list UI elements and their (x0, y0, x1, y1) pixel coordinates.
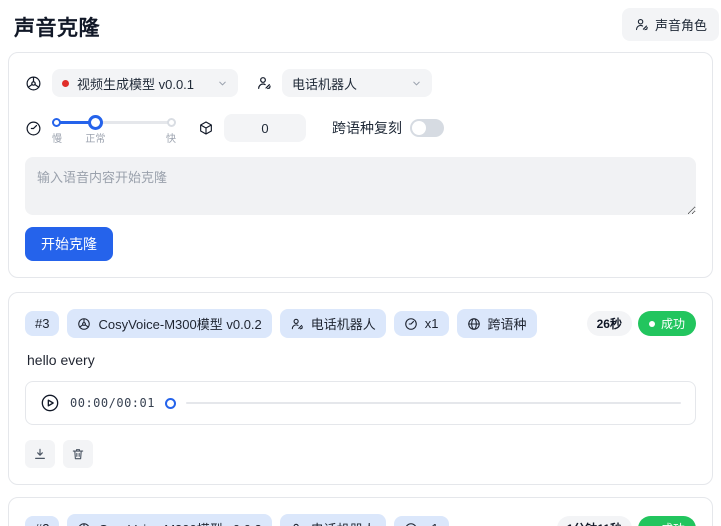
start-clone-button[interactable]: 开始克隆 (25, 227, 113, 261)
seed-cube-icon (198, 120, 214, 136)
speed-badge: x1 (394, 516, 449, 526)
model-sphere-icon (77, 522, 91, 526)
chevron-down-icon (217, 78, 228, 89)
voice-select-value: 电话机器人 (292, 74, 403, 93)
result-badge-row: #2 CosyVoice-M300模型 v0.0.2 电话机器人 (25, 514, 696, 526)
user-edit-icon (256, 75, 272, 91)
speed-seed-row: 慢 正常 快 跨语种复刻 (25, 113, 696, 143)
page-title: 声音克隆 (14, 12, 707, 42)
recording-dot-icon (62, 80, 69, 87)
status-badge: 成功 (638, 311, 696, 336)
speed-gauge-icon (404, 317, 418, 331)
chevron-down-icon (411, 78, 422, 89)
model-badge: CosyVoice-M300模型 v0.0.2 (67, 514, 271, 526)
model-sphere-icon (77, 317, 91, 331)
status-dot-icon (649, 321, 655, 327)
user-edit-icon (290, 522, 304, 526)
page-header: 声音克隆 (0, 0, 721, 52)
audio-player: 00:00/00:01 (25, 381, 696, 425)
index-badge: #2 (25, 516, 59, 526)
model-badge: CosyVoice-M300模型 v0.0.2 (67, 309, 271, 338)
result-actions (25, 440, 696, 468)
slider-end-dot (167, 118, 176, 127)
user-edit-icon (290, 317, 304, 331)
voice-badge-label: 电话机器人 (311, 314, 376, 333)
delete-button[interactable] (63, 440, 93, 468)
duration-pill: 26秒 (587, 311, 632, 336)
speed-gauge-icon (25, 120, 42, 137)
toggle-knob-icon (412, 121, 426, 135)
cross-language-toggle[interactable] (410, 119, 444, 137)
voice-badge-label: 电话机器人 (311, 519, 376, 526)
slider-handle[interactable] (88, 115, 103, 130)
duration-pill: 1分钟11秒 (557, 516, 632, 526)
model-badge-label: CosyVoice-M300模型 v0.0.2 (98, 314, 261, 333)
voice-role-button[interactable]: 声音角色 (622, 8, 719, 41)
index-badge-label: #2 (35, 521, 49, 526)
seed-input[interactable] (224, 114, 306, 142)
download-icon (33, 447, 47, 461)
user-edit-icon (634, 17, 649, 32)
player-seek-handle[interactable] (165, 398, 176, 409)
download-button[interactable] (25, 440, 55, 468)
voice-badge: 电话机器人 (280, 514, 386, 526)
result-card: #3 CosyVoice-M300模型 v0.0.2 电话机器人 (8, 292, 713, 485)
slider-track (54, 121, 174, 124)
speed-gauge-icon (404, 522, 418, 526)
cross-language-label: 跨语种复刻 (332, 118, 402, 138)
cross-language-badge: 跨语种 (457, 309, 537, 338)
model-voice-row: 视频生成模型 v0.0.1 电话机器人 (25, 69, 696, 97)
slider-label-normal: 正常 (85, 130, 105, 145)
result-badge-row: #3 CosyVoice-M300模型 v0.0.2 电话机器人 (25, 309, 696, 338)
slider-start-dot (52, 118, 61, 127)
clone-text-input[interactable] (25, 157, 696, 215)
result-status-group: 26秒 成功 (587, 311, 696, 336)
cross-language-badge-label: 跨语种 (488, 314, 527, 333)
speed-slider[interactable]: 慢 正常 快 (52, 113, 176, 143)
status-badge-label: 成功 (661, 520, 685, 526)
player-track[interactable] (186, 402, 681, 404)
voice-badge: 电话机器人 (280, 309, 386, 338)
model-select-value: 视频生成模型 v0.0.1 (77, 74, 209, 93)
index-badge-label: #3 (35, 316, 49, 331)
slider-label-slow: 慢 (52, 130, 62, 145)
result-status-group: 1分钟11秒 成功 (557, 516, 696, 526)
speed-badge-label: x1 (425, 521, 439, 526)
model-badge-label: CosyVoice-M300模型 v0.0.2 (98, 519, 261, 526)
status-badge: 成功 (638, 516, 696, 526)
play-button[interactable] (40, 393, 60, 413)
result-card: #2 CosyVoice-M300模型 v0.0.2 电话机器人 (8, 497, 713, 526)
player-time: 00:00/00:01 (70, 396, 155, 410)
voice-role-button-label: 声音角色 (655, 15, 707, 34)
clone-form-card: 视频生成模型 v0.0.1 电话机器人 (8, 52, 713, 278)
globe-icon (467, 317, 481, 331)
slider-label-fast: 快 (166, 130, 176, 145)
trash-icon (71, 447, 85, 461)
model-sphere-icon (25, 75, 42, 92)
speed-badge: x1 (394, 311, 449, 336)
status-badge-label: 成功 (661, 315, 685, 332)
speed-badge-label: x1 (425, 316, 439, 331)
model-select[interactable]: 视频生成模型 v0.0.1 (52, 69, 238, 97)
voice-select[interactable]: 电话机器人 (282, 69, 432, 97)
result-text: hello every (27, 352, 694, 368)
index-badge: #3 (25, 311, 59, 336)
